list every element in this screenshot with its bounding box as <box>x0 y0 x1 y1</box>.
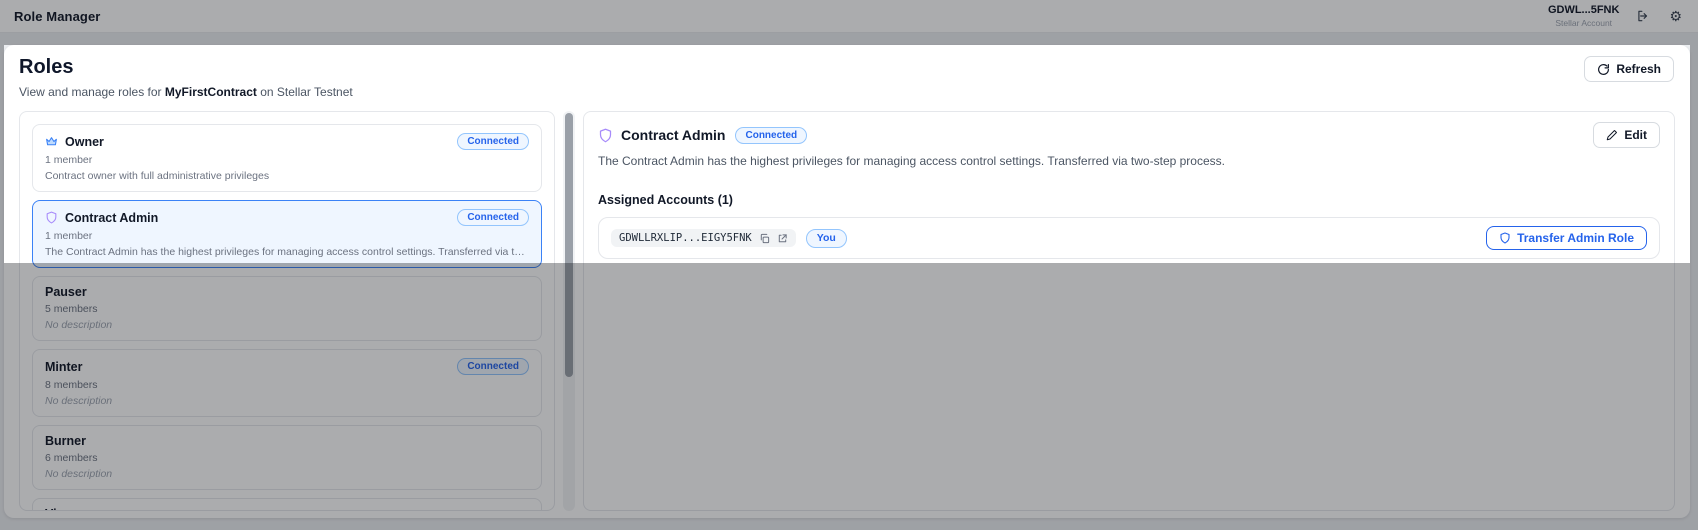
role-description: Contract owner with full administrative … <box>45 170 529 182</box>
role-name: Pauser <box>45 285 87 299</box>
logout-icon <box>1636 9 1650 23</box>
detail-role-description: The Contract Admin has the highest privi… <box>598 154 1660 168</box>
app-title: Role Manager <box>14 9 100 24</box>
role-name: Viewer <box>45 507 85 511</box>
role-list: Owner Connected 1 member Contract owner … <box>19 111 555 511</box>
crown-icon <box>45 135 58 148</box>
detail-role-title: Contract Admin <box>621 127 725 143</box>
role-connected-badge: Connected <box>457 209 529 226</box>
edit-role-button[interactable]: Edit <box>1593 122 1660 148</box>
transfer-shield-icon <box>1499 232 1511 244</box>
refresh-icon <box>1597 63 1610 76</box>
wallet-account-menu[interactable]: GDWL...5FNK Stellar Account <box>1548 4 1620 27</box>
role-member-count: 1 member <box>45 230 529 242</box>
subtitle-suffix: on Stellar Testnet <box>260 85 353 99</box>
role-connected-badge: Connected <box>457 358 529 375</box>
account-address-chip: GDWLLRXLIP...EIGY5FNK <box>611 229 796 247</box>
page-title: Roles <box>19 56 353 79</box>
role-name: Burner <box>45 434 86 448</box>
external-link-icon <box>777 233 788 244</box>
role-member-count: 6 members <box>45 452 529 464</box>
role-member-count: 5 members <box>45 303 529 315</box>
roles-heading-block: Roles View and manage roles for MyFirstC… <box>19 56 353 99</box>
role-card-contract-admin[interactable]: Contract Admin Connected 1 member The Co… <box>32 200 542 268</box>
account-address: GDWLLRXLIP...EIGY5FNK <box>619 232 752 244</box>
transfer-admin-role-button[interactable]: Transfer Admin Role <box>1486 226 1647 250</box>
role-card-minter[interactable]: Minter Connected 8 members No descriptio… <box>32 349 542 417</box>
role-card-burner[interactable]: Burner 6 members No description <box>32 425 542 490</box>
roles-body: Owner Connected 1 member Contract owner … <box>19 111 1675 511</box>
role-description: The Contract Admin has the highest privi… <box>45 246 529 258</box>
copy-icon <box>759 233 770 244</box>
dim-overlay-right <box>1690 45 1698 263</box>
role-name: Minter <box>45 360 83 374</box>
role-description: No description <box>45 319 529 331</box>
copy-address-button[interactable] <box>759 233 770 244</box>
refresh-button[interactable]: Refresh <box>1584 56 1674 82</box>
roles-page-header: Roles View and manage roles for MyFirstC… <box>4 45 1690 99</box>
wallet-account-type: Stellar Account <box>1548 18 1620 28</box>
scrollbar-thumb[interactable] <box>565 113 573 377</box>
detail-connected-badge: Connected <box>735 127 807 144</box>
role-card-pauser[interactable]: Pauser 5 members No description <box>32 276 542 341</box>
you-badge: You <box>806 229 847 248</box>
shield-icon <box>45 211 58 224</box>
settings-button[interactable]: ⚙ <box>1667 7 1684 25</box>
role-description: No description <box>45 395 529 407</box>
refresh-label: Refresh <box>1616 62 1661 76</box>
role-list-scrollbar[interactable] <box>563 111 575 511</box>
shield-icon <box>598 128 613 143</box>
role-manager-screen: Role Manager GDWL...5FNK Stellar Account… <box>0 0 1698 530</box>
logout-button[interactable] <box>1634 7 1652 25</box>
roles-page-card: Roles View and manage roles for MyFirstC… <box>4 45 1690 518</box>
gear-icon: ⚙ <box>1669 9 1682 23</box>
role-description: No description <box>45 468 529 480</box>
edit-label: Edit <box>1624 128 1647 142</box>
subtitle-prefix: View and manage roles for <box>19 85 162 99</box>
role-connected-badge: Connected <box>457 133 529 150</box>
role-member-count: 8 members <box>45 379 529 391</box>
role-name: Owner <box>65 135 104 149</box>
view-on-explorer-button[interactable] <box>777 233 788 244</box>
role-card-viewer[interactable]: Viewer 5 members No description <box>32 498 542 511</box>
assigned-account-row: GDWLLRXLIP...EIGY5FNK <box>598 217 1660 259</box>
role-detail-panel: Contract Admin Connected Edit The Contra… <box>583 111 1675 511</box>
edit-icon <box>1606 129 1618 141</box>
wallet-address-short: GDWL...5FNK <box>1548 4 1620 17</box>
page-subtitle: View and manage roles for MyFirstContrac… <box>19 85 353 99</box>
role-card-owner[interactable]: Owner Connected 1 member Contract owner … <box>32 124 542 192</box>
role-name: Contract Admin <box>65 211 158 225</box>
transfer-label: Transfer Admin Role <box>1517 231 1634 245</box>
role-member-count: 1 member <box>45 154 529 166</box>
detail-header: Contract Admin Connected Edit <box>598 122 1660 148</box>
top-bar: Role Manager GDWL...5FNK Stellar Account… <box>0 0 1698 33</box>
assigned-accounts-heading: Assigned Accounts (1) <box>598 193 1660 207</box>
contract-name: MyFirstContract <box>165 85 257 99</box>
top-bar-right: GDWL...5FNK Stellar Account ⚙ <box>1548 4 1684 27</box>
